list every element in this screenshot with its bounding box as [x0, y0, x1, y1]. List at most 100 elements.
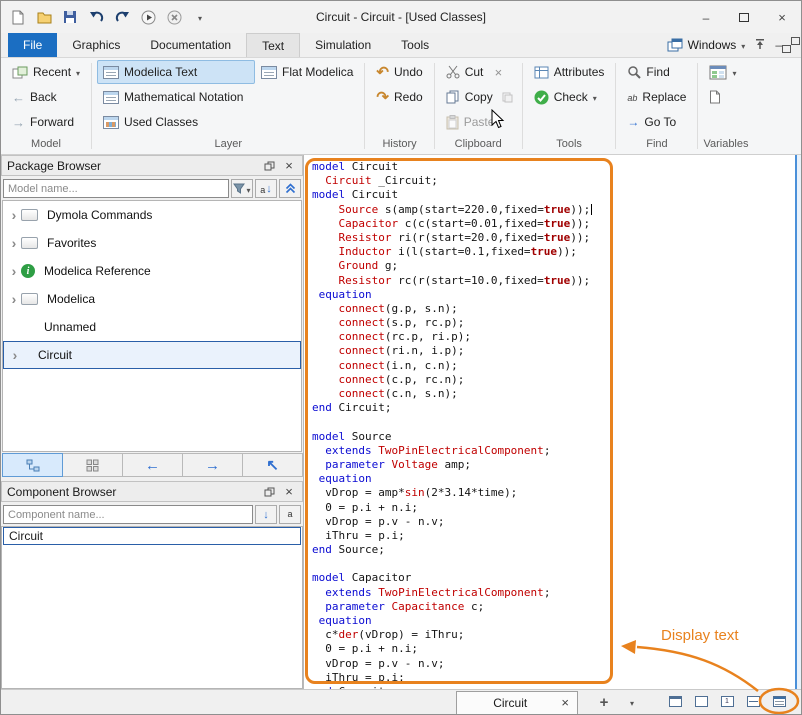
save-button[interactable]: [61, 8, 79, 26]
redo-ribbon-button[interactable]: Redo: [370, 85, 428, 109]
tab-file[interactable]: File: [8, 33, 57, 57]
component-view-button[interactable]: [62, 453, 123, 477]
expand-chevron-icon[interactable]: [7, 264, 21, 278]
float-panel-button[interactable]: [261, 158, 277, 174]
duplicate-button[interactable]: [499, 88, 517, 106]
nav-forward-button[interactable]: [182, 453, 243, 477]
attributes-button[interactable]: Attributes: [528, 60, 611, 84]
variables-button[interactable]: [703, 60, 742, 84]
editor-scrollbar[interactable]: [795, 155, 802, 689]
goto-label: Go To: [644, 115, 676, 129]
run-button[interactable]: [139, 8, 157, 26]
title-bar: Circuit - Circuit - [Used Classes]: [1, 1, 801, 33]
modelica-text-editor[interactable]: model Circuit Circuit _Circuit;model Cir…: [303, 155, 795, 689]
tab-tools[interactable]: Tools: [386, 33, 444, 57]
package-icon: [21, 209, 38, 221]
customize-toolbar-button[interactable]: [191, 8, 209, 26]
tree-item-modelica-reference[interactable]: Modelica Reference: [3, 257, 301, 285]
document-tab-circuit[interactable]: Circuit: [456, 691, 578, 714]
filter-button[interactable]: [231, 179, 253, 198]
tree-item-dymola-commands[interactable]: Dymola Commands: [3, 201, 301, 229]
stop-x-icon: [167, 10, 182, 25]
component-name-filter-input[interactable]: [3, 505, 253, 524]
minimize-ribbon-icon: [775, 39, 782, 51]
nav-parent-button[interactable]: [242, 453, 303, 477]
flat-modelica-button[interactable]: Flat Modelica: [255, 60, 359, 84]
split-window-button[interactable]: [741, 691, 765, 712]
check-button[interactable]: Check: [528, 85, 611, 109]
tab-list-button[interactable]: [621, 692, 643, 712]
redo-button[interactable]: [113, 8, 131, 26]
close-button[interactable]: [763, 1, 801, 33]
tab-text[interactable]: Text: [246, 33, 300, 57]
collapse-all-button[interactable]: [279, 179, 301, 198]
copy-button[interactable]: Copy: [440, 85, 499, 109]
minimize-button[interactable]: [687, 1, 725, 33]
flat-modelica-label: Flat Modelica: [282, 65, 353, 79]
close-tab-button[interactable]: [561, 696, 569, 710]
window-back-icon: [669, 696, 682, 707]
alpha-button[interactable]: [279, 505, 301, 524]
tab-documentation[interactable]: Documentation: [135, 33, 246, 57]
undo-ribbon-button[interactable]: Undo: [370, 60, 428, 84]
tab-simulation[interactable]: Simulation: [300, 33, 386, 57]
tree-item-unnamed[interactable]: Unnamed: [3, 313, 301, 341]
group-label-history: History: [370, 138, 428, 154]
used-classes-button[interactable]: Used Classes: [97, 110, 255, 134]
expand-chevron-icon[interactable]: [7, 292, 21, 306]
variables-document-button[interactable]: [703, 85, 742, 109]
back-button[interactable]: Back: [6, 85, 86, 109]
used-classes-label: Used Classes: [124, 115, 198, 129]
expand-chevron-icon[interactable]: [7, 208, 21, 222]
tree-view-button[interactable]: [2, 453, 63, 477]
double-chevron-up-icon: [285, 183, 296, 194]
component-item-circuit[interactable]: Circuit: [3, 527, 301, 545]
chevron-down-icon: [198, 11, 202, 23]
delete-button[interactable]: [489, 63, 507, 81]
modelica-text-button[interactable]: Modelica Text: [97, 60, 255, 84]
chevron-down-icon: [732, 66, 736, 78]
paste-button[interactable]: Paste: [440, 110, 517, 134]
replace-button[interactable]: Replace: [621, 85, 692, 109]
funnel-icon: [233, 183, 245, 194]
find-button[interactable]: Find: [621, 60, 692, 84]
sort-button[interactable]: [255, 179, 277, 198]
tab-graphics[interactable]: Graphics: [57, 33, 135, 57]
new-file-button[interactable]: [9, 8, 27, 26]
nav-back-button[interactable]: [122, 453, 183, 477]
tree-item-circuit[interactable]: Circuit: [3, 341, 301, 369]
forward-button[interactable]: Forward: [6, 110, 86, 134]
group-label-layer: Layer: [97, 138, 359, 154]
goto-button[interactable]: Go To: [621, 110, 692, 134]
recent-button[interactable]: Recent: [6, 60, 86, 84]
display-text-button[interactable]: [767, 691, 791, 712]
check-label: Check: [554, 90, 588, 104]
close-panel-button[interactable]: [281, 158, 297, 174]
model-name-filter-input[interactable]: [3, 179, 229, 198]
close-panel-button[interactable]: [281, 484, 297, 500]
minimize-ribbon-button[interactable]: [775, 38, 782, 52]
package-icon: [21, 293, 38, 305]
maximize-button[interactable]: [725, 1, 763, 33]
float-panel-button[interactable]: [261, 484, 277, 500]
new-tab-button[interactable]: [593, 692, 615, 712]
previous-window-button[interactable]: [663, 691, 687, 712]
grid-icon: [86, 459, 99, 472]
undo-button[interactable]: [87, 8, 105, 26]
cut-button[interactable]: Cut: [440, 60, 490, 84]
stop-button[interactable]: [165, 8, 183, 26]
expand-chevron-icon[interactable]: [7, 236, 21, 250]
play-icon: [141, 10, 156, 25]
tree-item-favorites[interactable]: Favorites: [3, 229, 301, 257]
component-filter-row: [1, 503, 303, 526]
sort-button[interactable]: [255, 505, 277, 524]
mathematical-notation-button[interactable]: Mathematical Notation: [97, 85, 255, 109]
pin-ribbon-button[interactable]: [754, 38, 766, 53]
tree-item-modelica[interactable]: Modelica: [3, 285, 301, 313]
window-button[interactable]: [689, 691, 713, 712]
ribbon-group-tools: Attributes Check Tools: [523, 58, 616, 154]
windows-menu[interactable]: Windows: [667, 38, 746, 52]
single-window-button[interactable]: [715, 691, 739, 712]
expand-chevron-icon[interactable]: [8, 348, 22, 362]
open-button[interactable]: [35, 8, 53, 26]
